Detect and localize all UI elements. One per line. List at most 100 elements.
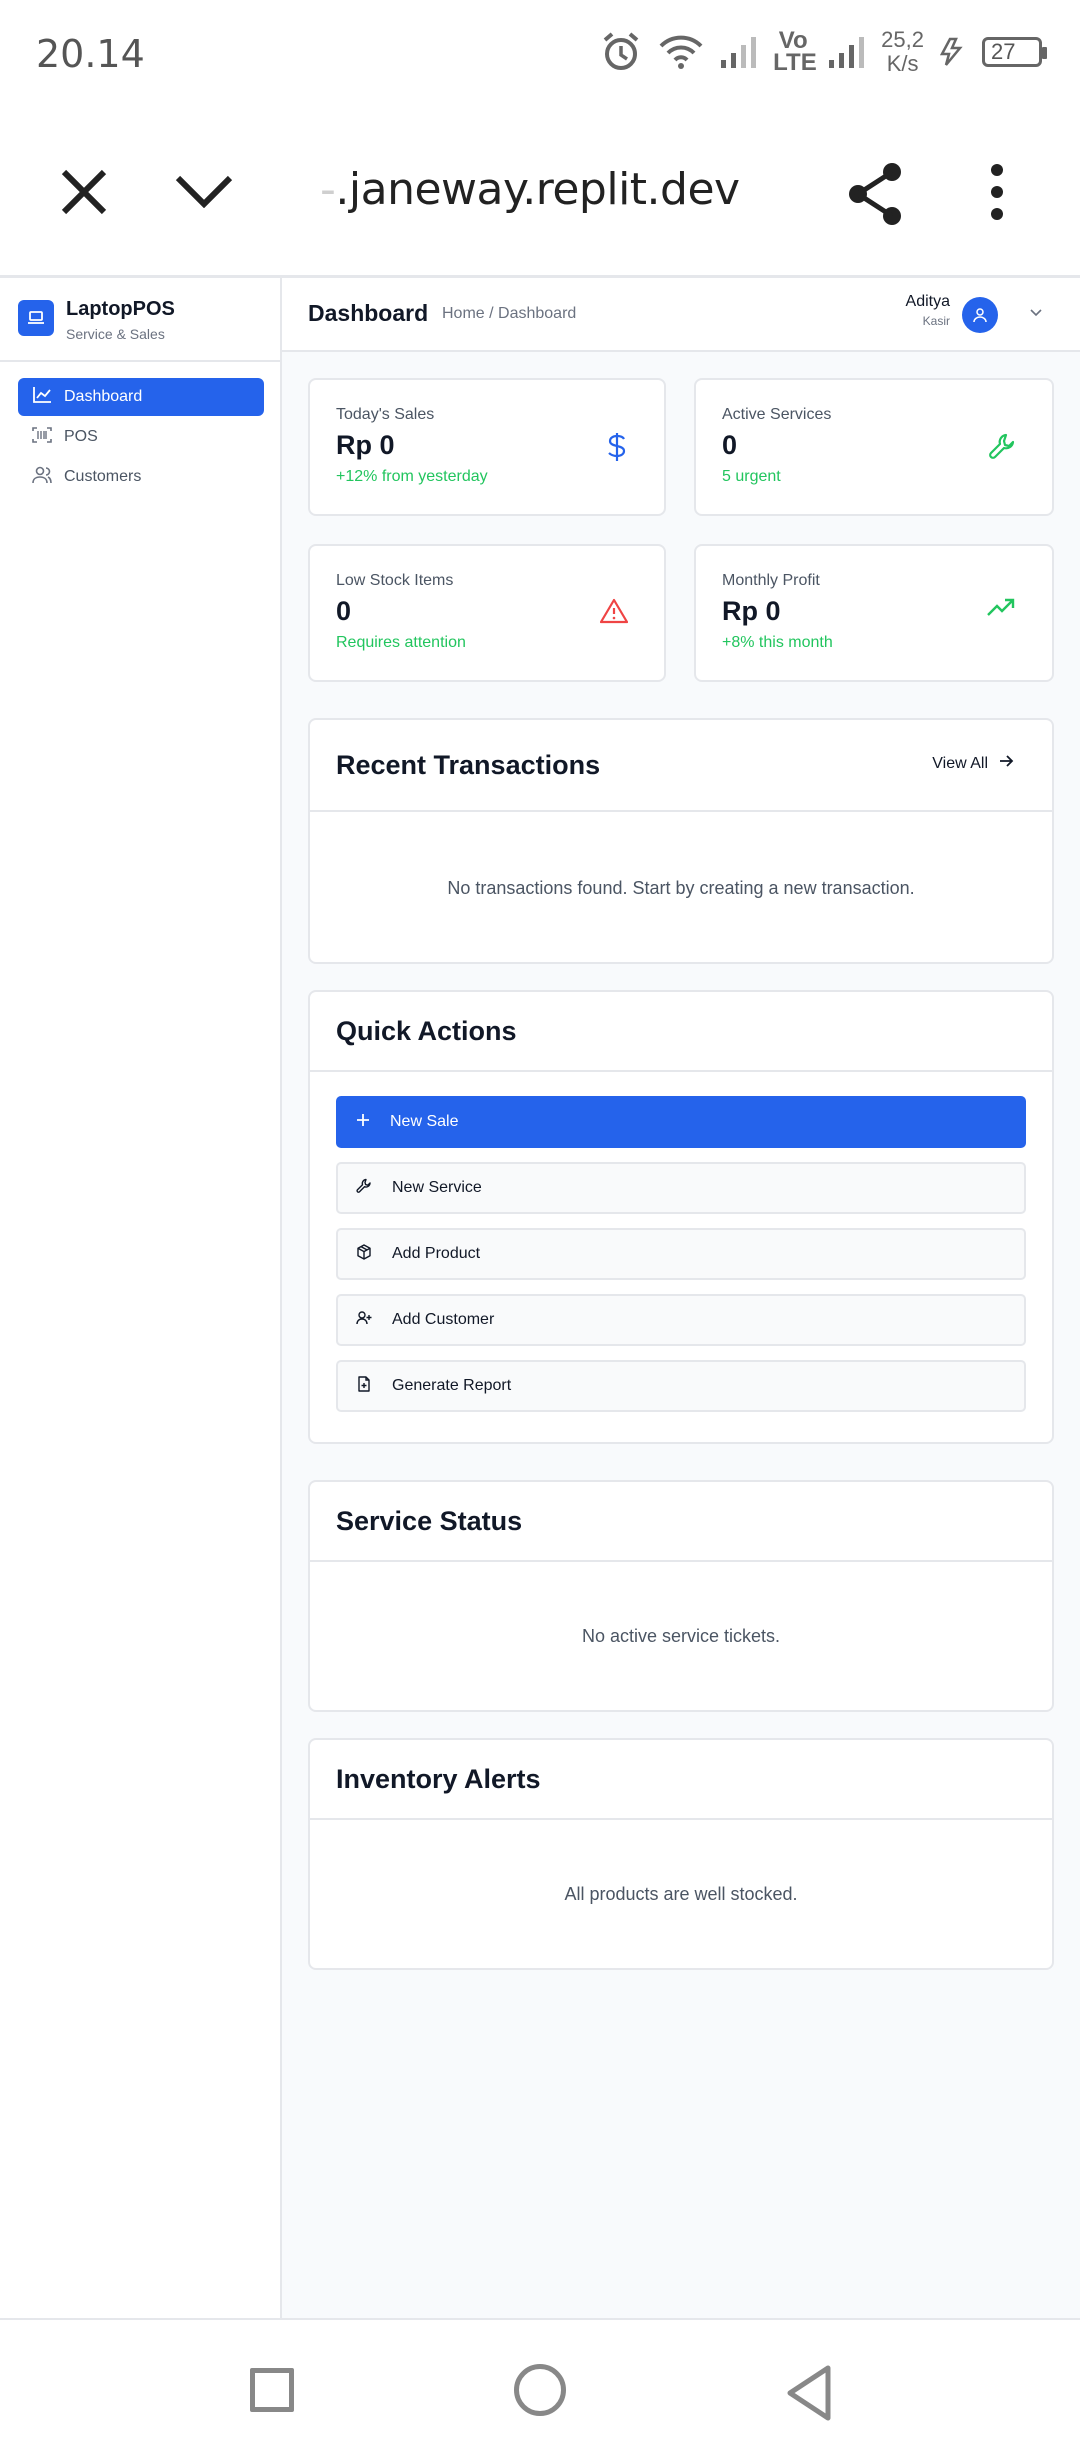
more-vertical-icon[interactable]	[982, 162, 1012, 227]
page-title: Dashboard	[308, 300, 429, 326]
stat-card-monthly-profit: Monthly Profit Rp 0 +8% this month	[694, 544, 1054, 682]
view-all-label: View All	[932, 754, 988, 772]
add-customer-button[interactable]: Add Customer	[336, 1294, 1026, 1346]
empty-message: No active service tickets.	[581, 1626, 781, 1646]
button-label: Add Customer	[392, 1311, 495, 1328]
laptop-icon	[18, 300, 54, 336]
view-all-button[interactable]: View All	[932, 754, 1014, 773]
screen: 20.14 Vo LTE 25,2 K/s 27 -.janeway.repli…	[0, 0, 1080, 2460]
stat-value: 0	[336, 596, 352, 626]
signal-icon	[719, 34, 759, 70]
service-status-card: Service Status No active service tickets…	[308, 1480, 1054, 1712]
stat-note: +8% this month	[722, 634, 833, 651]
stat-label: Today's Sales	[336, 406, 435, 423]
new-sale-button[interactable]: New Sale	[336, 1096, 1026, 1148]
user-menu-chevron-icon[interactable]	[1028, 306, 1044, 324]
section-title: Inventory Alerts	[336, 1764, 541, 1794]
user-plus-icon	[356, 1310, 372, 1331]
avatar[interactable]	[962, 297, 998, 333]
share-icon[interactable]	[846, 162, 906, 231]
speed-unit: K/s	[886, 51, 919, 76]
quick-actions-card: Quick Actions New Sale New Service Add P…	[308, 990, 1054, 1444]
inventory-alerts-card: Inventory Alerts All products are well s…	[308, 1738, 1054, 1970]
divider	[310, 1818, 1052, 1820]
user-role: Kasir	[922, 314, 950, 328]
empty-message: No transactions found. Start by creating…	[447, 878, 915, 898]
file-report-icon	[356, 1375, 372, 1397]
brand-name: LaptopPOS	[66, 298, 175, 320]
stat-note: 5 urgent	[722, 468, 781, 485]
sidebar-item-customers[interactable]: Customers	[18, 458, 264, 496]
address-bar[interactable]: -.janeway.replit.dev	[320, 164, 740, 215]
home-icon[interactable]	[514, 2364, 566, 2416]
system-nav-bar	[0, 2318, 1080, 2460]
dollar-icon	[606, 432, 628, 467]
back-icon[interactable]	[784, 2364, 834, 2427]
sidebar-item-dashboard[interactable]: Dashboard	[18, 378, 264, 416]
users-icon	[32, 466, 52, 489]
wrench-icon	[356, 1178, 372, 1199]
trending-up-icon	[986, 598, 1016, 623]
user-name: Aditya	[905, 293, 950, 310]
url-prefix: -	[320, 164, 336, 215]
status-bar: 20.14 Vo LTE 25,2 K/s 27	[0, 0, 1080, 110]
alert-triangle-icon	[599, 598, 629, 629]
url-text: .janeway.replit.dev	[335, 164, 740, 215]
top-header: Dashboard Home / Dashboard Aditya Kasir	[282, 278, 1080, 352]
stat-value: 0	[722, 430, 738, 460]
section-title: Service Status	[336, 1506, 523, 1536]
divider	[310, 1560, 1052, 1562]
divider	[310, 810, 1052, 812]
generate-report-button[interactable]: Generate Report	[336, 1360, 1026, 1412]
stat-label: Low Stock Items	[336, 572, 454, 589]
button-label: New Sale	[390, 1113, 459, 1130]
brand: LaptopPOS Service & Sales	[0, 278, 280, 362]
stat-value: Rp 0	[336, 430, 395, 460]
status-time: 20.14	[36, 32, 145, 76]
chart-line-icon	[32, 386, 52, 409]
speed-value: 25,2	[881, 27, 924, 52]
plus-icon	[356, 1113, 370, 1132]
chevron-down-icon[interactable]	[174, 172, 234, 213]
stat-card-low-stock: Low Stock Items 0 Requires attention	[308, 544, 666, 682]
recent-transactions-card: Recent Transactions View All No transact…	[308, 718, 1054, 964]
stat-card-todays-sales: Today's Sales Rp 0 +12% from yesterday	[308, 378, 666, 516]
breadcrumb: Home / Dashboard	[442, 305, 577, 322]
stat-label: Active Services	[722, 406, 832, 423]
sidebar-item-pos[interactable]: POS	[18, 418, 264, 456]
add-product-button[interactable]: Add Product	[336, 1228, 1026, 1280]
recents-icon[interactable]	[250, 2368, 294, 2412]
browser-toolbar: -.janeway.replit.dev	[0, 110, 1080, 278]
section-title: Recent Transactions	[336, 750, 601, 780]
stat-value: Rp 0	[722, 596, 781, 626]
network-speed: 25,2 K/s	[881, 28, 924, 76]
stat-label: Monthly Profit	[722, 572, 820, 589]
app-container: LaptopPOS Service & Sales Dashboard POS	[0, 278, 1080, 2318]
wifi-icon	[657, 32, 705, 72]
arrow-right-icon	[998, 754, 1014, 773]
alarm-icon	[599, 30, 643, 74]
user-info: Aditya Kasir	[906, 293, 950, 328]
close-icon[interactable]	[58, 166, 110, 223]
volte-label: Vo LTE	[773, 27, 817, 76]
wrench-icon	[988, 432, 1016, 465]
new-service-button[interactable]: New Service	[336, 1162, 1026, 1214]
sidebar-nav: Dashboard POS Customers	[18, 378, 264, 498]
stat-note: +12% from yesterday	[336, 468, 488, 485]
battery-level: 27	[982, 37, 1047, 67]
charging-icon	[938, 37, 968, 67]
button-label: Generate Report	[392, 1377, 512, 1394]
package-icon	[356, 1243, 372, 1265]
main-content: Dashboard Home / Dashboard Aditya Kasir …	[282, 278, 1080, 2318]
divider	[310, 1070, 1052, 1072]
section-title: Quick Actions	[336, 1016, 517, 1046]
sidebar-item-label: Customers	[64, 468, 142, 485]
scan-barcode-icon	[32, 426, 52, 449]
stat-note: Requires attention	[336, 634, 466, 651]
sidebar: LaptopPOS Service & Sales Dashboard POS	[0, 278, 282, 2318]
sidebar-item-label: POS	[64, 428, 98, 445]
sidebar-item-label: Dashboard	[64, 388, 143, 405]
brand-tagline: Service & Sales	[66, 326, 165, 342]
stat-card-active-services: Active Services 0 5 urgent	[694, 378, 1054, 516]
button-label: New Service	[392, 1179, 482, 1196]
